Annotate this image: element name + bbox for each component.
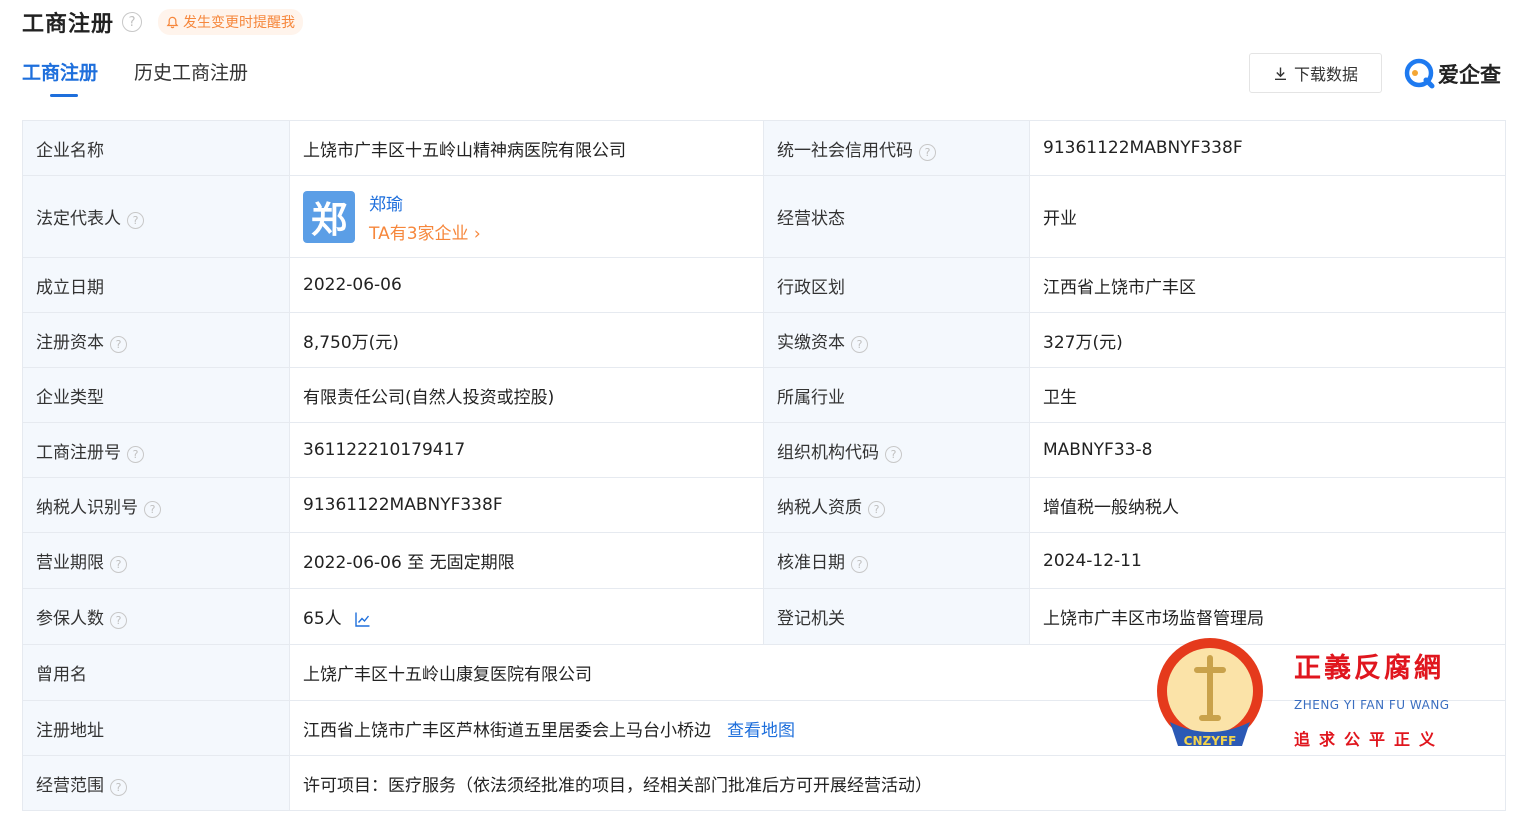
table-row: 企业名称 上饶市广丰区十五岭山精神病医院有限公司 统一社会信用代码? 91361… (22, 120, 1506, 176)
help-icon[interactable]: ? (127, 212, 144, 229)
field-value: 许可项目：医疗服务（依法须经批准的项目，经相关部门批准后方可开展经营活动） (289, 755, 1506, 811)
field-label: 经营范围? (22, 755, 290, 811)
watermark-pinyin: ZHENG YI FAN FU WANG (1294, 698, 1450, 712)
brand-name: 爱企查 (1438, 63, 1501, 87)
field-label: 参保人数? (22, 588, 290, 645)
page-title: 工商注册 (22, 12, 115, 37)
watermark-slogan: 追求公平正义 (1294, 730, 1445, 749)
aiqicha-logo-icon (1404, 58, 1435, 89)
table-row: 成立日期 2022-06-06 行政区划 江西省上饶市广丰区 (22, 257, 1506, 313)
help-icon[interactable]: ? (868, 500, 885, 518)
legal-representative: 郑 郑瑜 TA有3家企业 › (289, 175, 764, 258)
field-label: 企业名称 (22, 120, 290, 176)
tab-bar: 工商注册 历史工商注册 (22, 58, 284, 97)
field-label: 统一社会信用代码? (763, 120, 1030, 176)
change-remind-button[interactable]: 发生变更时提醒我 (158, 9, 304, 35)
field-label: 经营状态 (763, 175, 1030, 258)
help-icon[interactable]: ? (122, 12, 143, 32)
view-map-link[interactable]: 查看地图 (727, 721, 795, 741)
table-row: 法定代表人? 郑 郑瑜 TA有3家企业 › 经营状态 开业 (22, 175, 1506, 258)
field-value: 8,750万(元) (289, 312, 764, 368)
help-icon[interactable]: ? (127, 445, 144, 463)
help-icon[interactable]: ? (110, 778, 127, 796)
change-remind-label: 发生变更时提醒我 (183, 15, 296, 31)
help-icon[interactable]: ? (110, 556, 127, 573)
help-icon[interactable]: ? (851, 335, 868, 353)
help-icon[interactable]: ? (885, 445, 902, 463)
brand-logo[interactable]: 爱企查 (1404, 58, 1501, 90)
help-icon[interactable]: ? (919, 143, 936, 161)
field-value: 开业 (1029, 175, 1506, 258)
watermark-title: 正義反腐網 (1294, 653, 1444, 684)
table-row: 经营范围? 许可项目：医疗服务（依法须经批准的项目，经相关部门批准后方可开展经营… (22, 755, 1506, 811)
field-value: 91361122MABNYF338F (289, 477, 764, 533)
representative-companies-link[interactable]: TA有3家企业 › (369, 219, 481, 244)
field-value: 上饶市广丰区十五岭山精神病医院有限公司 (289, 120, 764, 176)
field-value: 2024-12-11 (1029, 532, 1506, 589)
avatar[interactable]: 郑 (303, 190, 355, 243)
field-label: 实缴资本? (763, 312, 1030, 368)
table-row: 营业期限? 2022-06-06 至 无固定期限 核准日期? 2024-12-1… (22, 532, 1506, 589)
field-label: 企业类型 (22, 367, 290, 423)
field-label: 纳税人识别号? (22, 477, 290, 533)
field-value: 卫生 (1029, 367, 1506, 423)
field-label: 纳税人资质? (763, 477, 1030, 533)
table-row: 工商注册号? 361122210179417 组织机构代码? MABNYF33-… (22, 422, 1506, 478)
field-value: 增值税一般纳税人 (1029, 477, 1506, 533)
field-label: 曾用名 (22, 644, 290, 701)
download-data-button[interactable]: 下载数据 (1249, 53, 1382, 93)
field-value: 有限责任公司(自然人投资或控股) (289, 367, 764, 423)
field-value: 91361122MABNYF338F (1029, 120, 1506, 176)
emblem-text: CNZYFF (1184, 734, 1237, 748)
field-value: 江西省上饶市广丰区 (1029, 257, 1506, 313)
field-label: 所属行业 (763, 367, 1030, 423)
help-icon[interactable]: ? (110, 335, 127, 353)
help-icon[interactable]: ? (144, 500, 161, 518)
field-value: 327万(元) (1029, 312, 1506, 368)
table-row: 注册资本? 8,750万(元) 实缴资本? 327万(元) (22, 312, 1506, 368)
watermark: CNZYFF 正義反腐網 ZHENG YI FAN FU WANG 追求公平正义 (1150, 636, 1460, 762)
field-value: 2022-06-06 (289, 257, 764, 313)
representative-name-link[interactable]: 郑瑜 (369, 190, 481, 215)
bell-icon (166, 16, 179, 28)
field-label: 注册地址 (22, 700, 290, 756)
title-row: 工商注册 ? 发生变更时提醒我 (22, 6, 304, 38)
download-icon (1274, 67, 1286, 80)
field-label: 营业期限? (22, 532, 290, 589)
trend-chart-icon[interactable] (354, 611, 371, 628)
table-row: 纳税人识别号? 91361122MABNYF338F 纳税人资质? 增值税一般纳… (22, 477, 1506, 533)
field-label: 工商注册号? (22, 422, 290, 478)
tab-business-registration[interactable]: 工商注册 (22, 58, 98, 97)
download-data-label: 下载数据 (1293, 65, 1358, 84)
field-label: 登记机关 (763, 588, 1030, 645)
field-value: 361122210179417 (289, 422, 764, 478)
field-value: 65人 (289, 588, 764, 645)
field-label: 核准日期? (763, 532, 1030, 589)
table-row: 企业类型 有限责任公司(自然人投资或控股) 所属行业 卫生 (22, 367, 1506, 423)
field-label: 行政区划 (763, 257, 1030, 313)
field-label: 注册资本? (22, 312, 290, 368)
help-icon[interactable]: ? (110, 612, 127, 629)
help-icon[interactable]: ? (851, 556, 868, 573)
field-value: 2022-06-06 至 无固定期限 (289, 532, 764, 589)
emblem-icon: CNZYFF (1157, 638, 1263, 748)
field-label: 成立日期 (22, 257, 290, 313)
field-label: 组织机构代码? (763, 422, 1030, 478)
tab-history-registration[interactable]: 历史工商注册 (134, 58, 248, 95)
field-label: 法定代表人? (22, 175, 290, 258)
field-value: MABNYF33-8 (1029, 422, 1506, 478)
